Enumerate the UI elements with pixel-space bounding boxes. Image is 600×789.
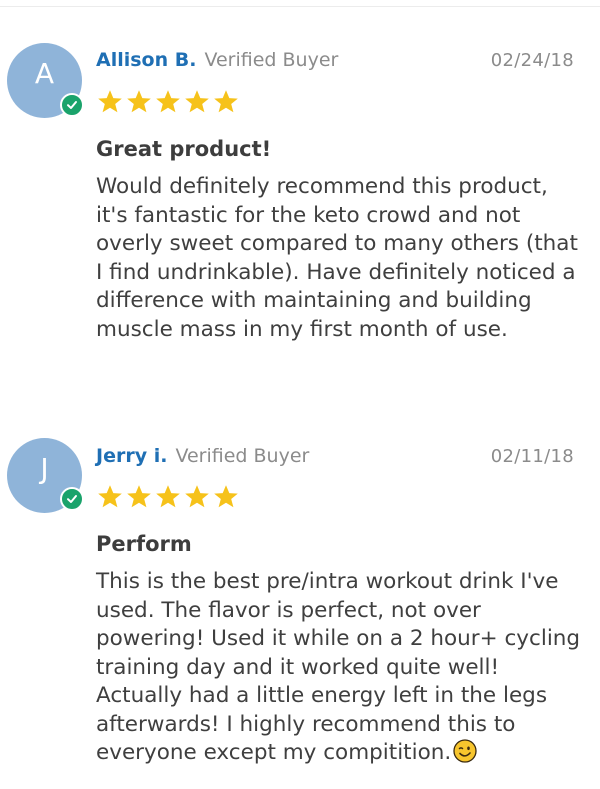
star-icon — [214, 90, 238, 113]
star-rating — [96, 88, 240, 116]
review-date: 02/24/18 — [490, 49, 574, 71]
star-icon — [98, 485, 122, 508]
star-icon — [127, 485, 151, 508]
review-body-text: This is the best pre/intra workout drink… — [96, 569, 581, 765]
star-icon — [185, 90, 209, 113]
review-title: Perform — [96, 532, 192, 556]
avatar-initial: J — [40, 452, 49, 485]
review-body: Would definitely recommend this product,… — [96, 174, 578, 342]
verified-buyer-label: Verified Buyer — [204, 49, 339, 71]
author-name[interactable]: Allison B. — [96, 49, 196, 71]
star-icon — [98, 90, 122, 113]
star-icon — [156, 485, 180, 508]
winking-face-emoji-icon — [453, 739, 477, 763]
verified-check-icon — [60, 93, 84, 117]
review-header: Allison B. Verified Buyer 02/24/18 — [96, 47, 574, 73]
star-rating — [96, 483, 240, 511]
author-name[interactable]: Jerry i. — [96, 445, 167, 467]
star-icon — [185, 485, 209, 508]
review-title: Great product! — [96, 137, 272, 161]
top-divider — [0, 6, 600, 7]
star-icon — [214, 485, 238, 508]
star-icon — [156, 90, 180, 113]
review-body: This is the best pre/intra workout drink… — [96, 568, 586, 768]
verified-buyer-label: Verified Buyer — [175, 445, 310, 467]
verified-check-icon — [60, 487, 84, 511]
review-header: Jerry i. Verified Buyer 02/11/18 — [96, 443, 574, 469]
avatar-initial: A — [34, 57, 55, 90]
star-icon — [127, 90, 151, 113]
review-date: 02/11/18 — [490, 445, 574, 467]
